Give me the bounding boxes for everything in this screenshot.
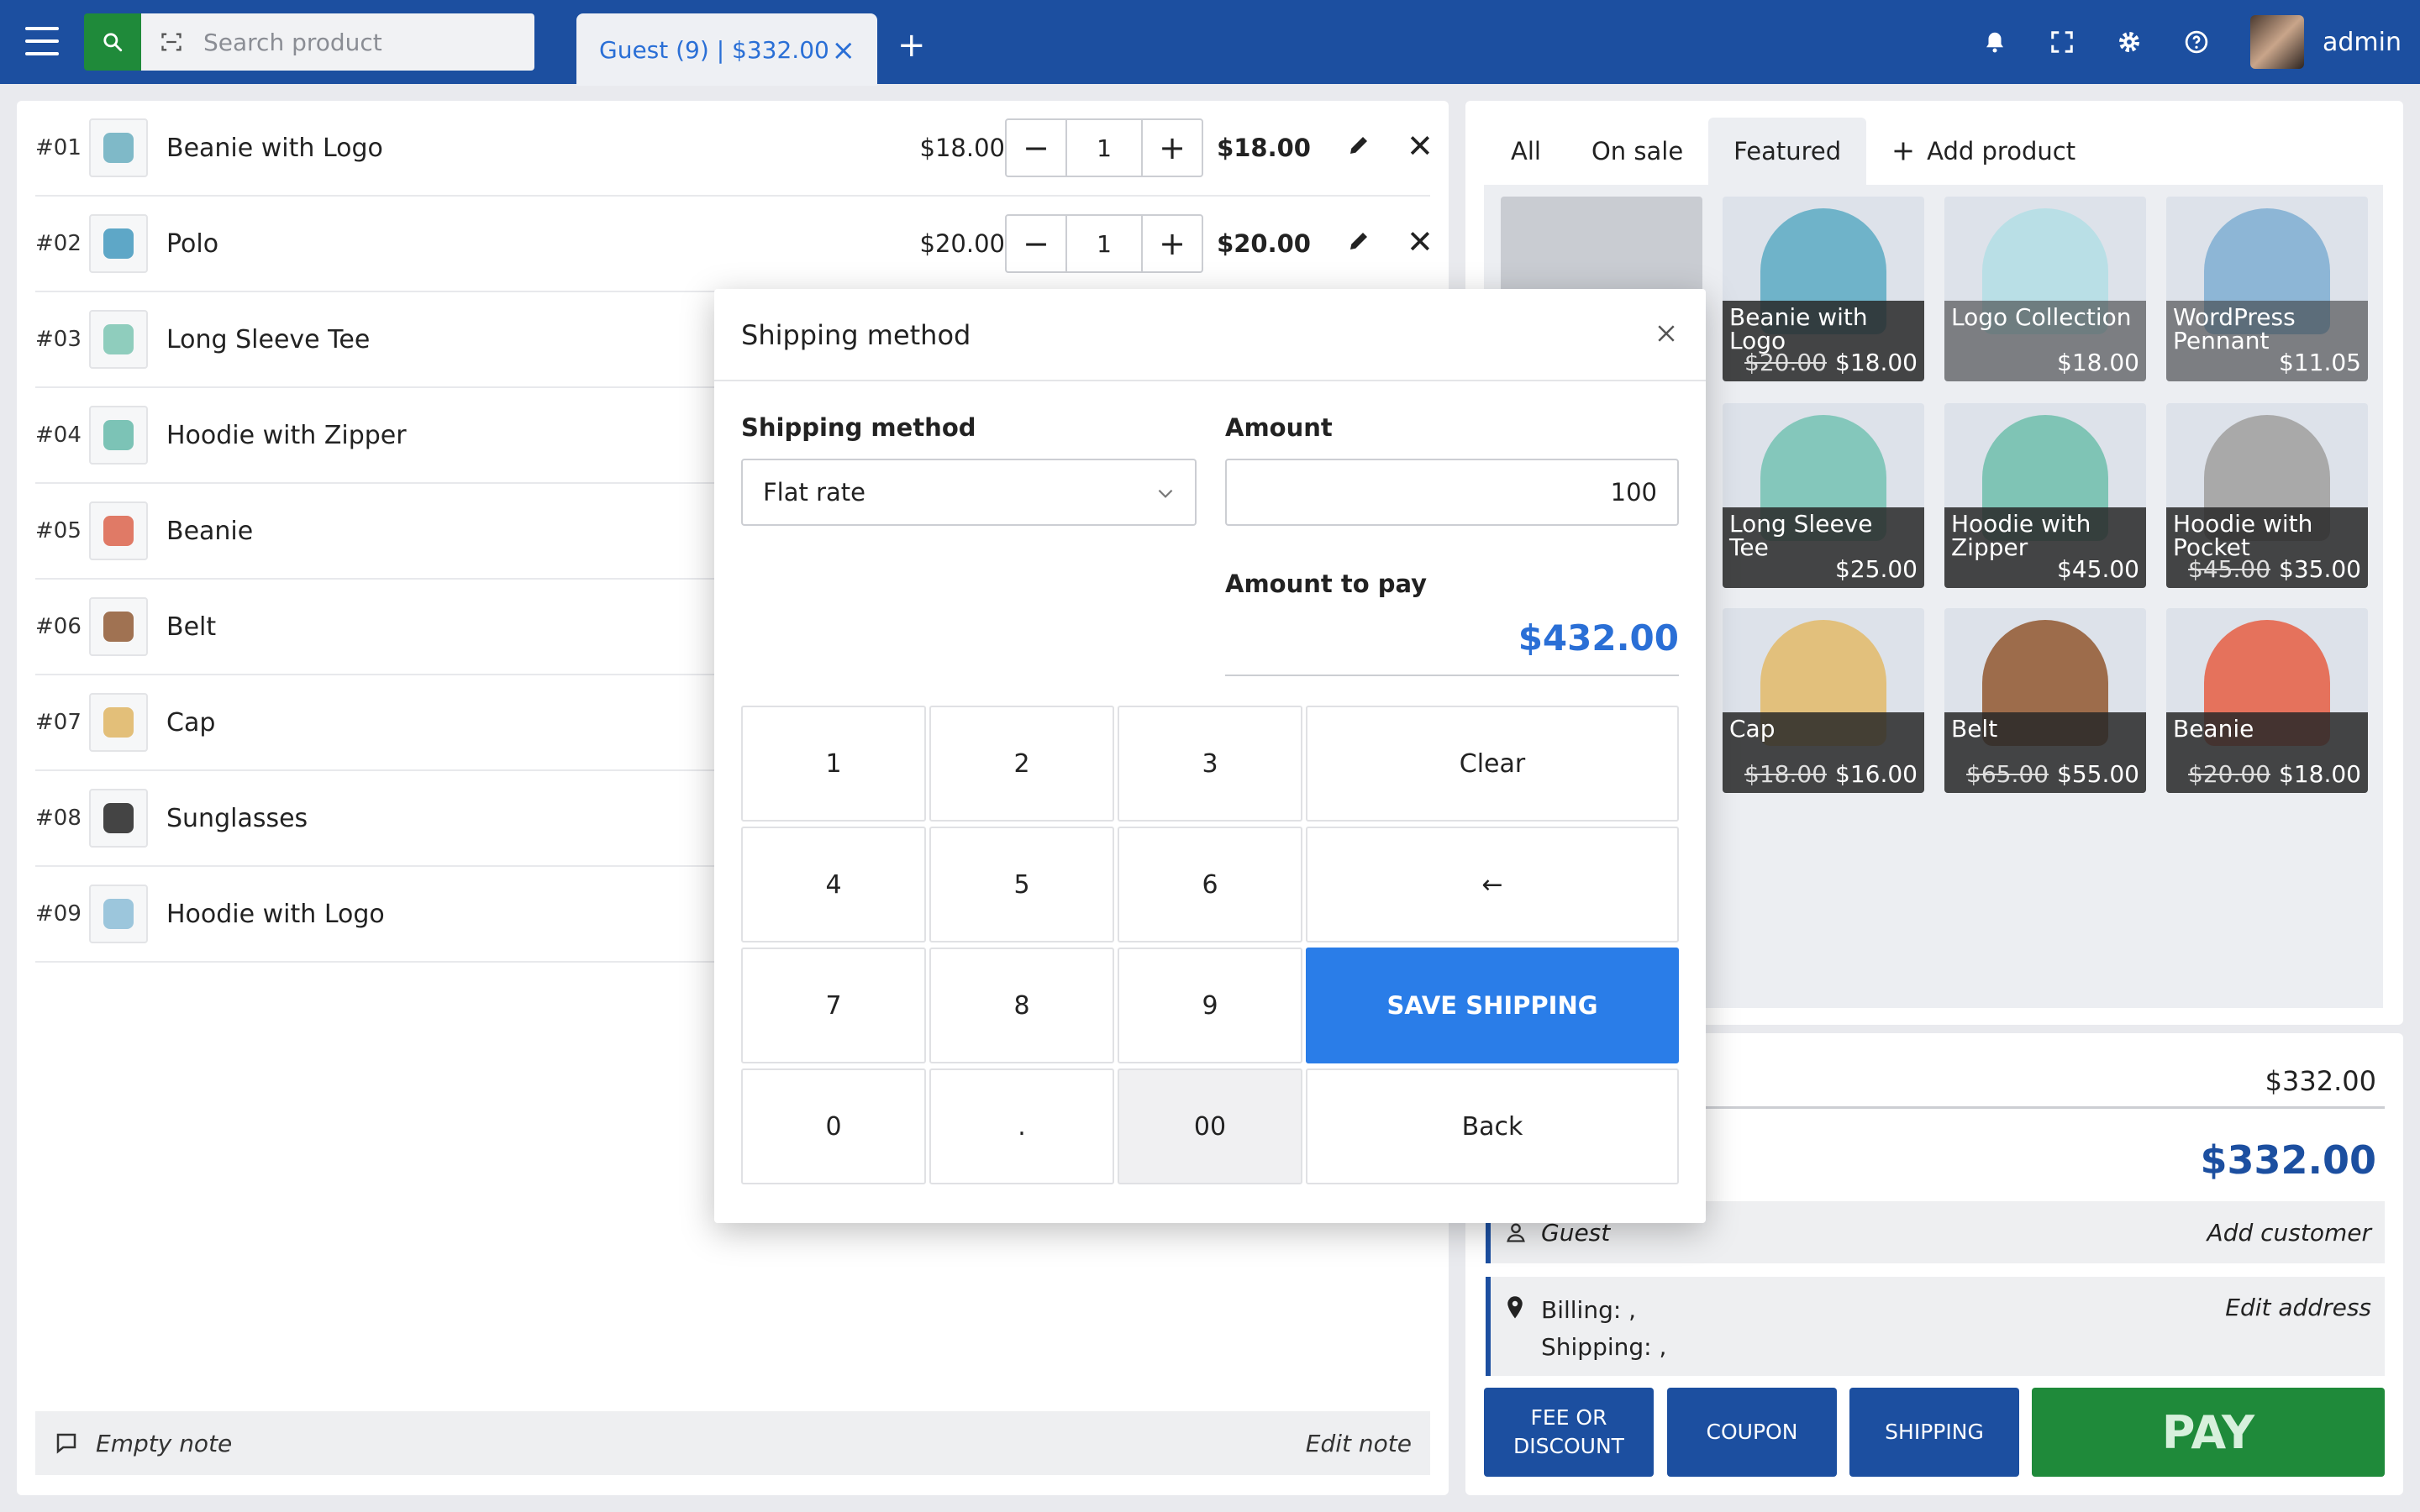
shipping-method-label: Shipping method [741, 413, 976, 442]
key-6[interactable]: 6 [1118, 827, 1302, 942]
key-5[interactable]: 5 [929, 827, 1114, 942]
modal-title: Shipping method [741, 319, 971, 351]
amount-input[interactable] [1227, 460, 1677, 524]
key-dot[interactable]: . [929, 1068, 1114, 1184]
amount-label: Amount [1225, 413, 1333, 442]
shipping-method-select[interactable]: Flat rate [741, 459, 1197, 526]
amount-to-pay-value: $432.00 [1225, 612, 1679, 676]
key-7[interactable]: 7 [741, 948, 926, 1063]
save-shipping-button[interactable]: SAVE SHIPPING [1306, 948, 1679, 1063]
key-8[interactable]: 8 [929, 948, 1114, 1063]
key-1[interactable]: 1 [741, 706, 926, 822]
shipping-method-modal: Shipping method Shipping method Amount F… [714, 289, 1706, 1223]
chevron-down-icon [1158, 489, 1173, 498]
amount-to-pay-label: Amount to pay [1225, 570, 1428, 598]
key-00[interactable]: 00 [1118, 1068, 1302, 1184]
amount-field[interactable] [1225, 459, 1679, 526]
shipping-method-value: Flat rate [763, 478, 866, 507]
key-0[interactable]: 0 [741, 1068, 926, 1184]
numpad: 1 2 3 Clear 4 5 6 ← 7 8 9 SAVE SHIPPING … [741, 706, 1679, 1184]
back-button[interactable]: Back [1306, 1068, 1679, 1184]
key-2[interactable]: 2 [929, 706, 1114, 822]
key-3[interactable]: 3 [1118, 706, 1302, 822]
modal-header: Shipping method [714, 289, 1706, 381]
key-4[interactable]: 4 [741, 827, 926, 942]
key-9[interactable]: 9 [1118, 948, 1302, 1063]
backspace-button[interactable]: ← [1306, 827, 1679, 942]
close-icon[interactable] [1654, 321, 1679, 346]
clear-button[interactable]: Clear [1306, 706, 1679, 822]
